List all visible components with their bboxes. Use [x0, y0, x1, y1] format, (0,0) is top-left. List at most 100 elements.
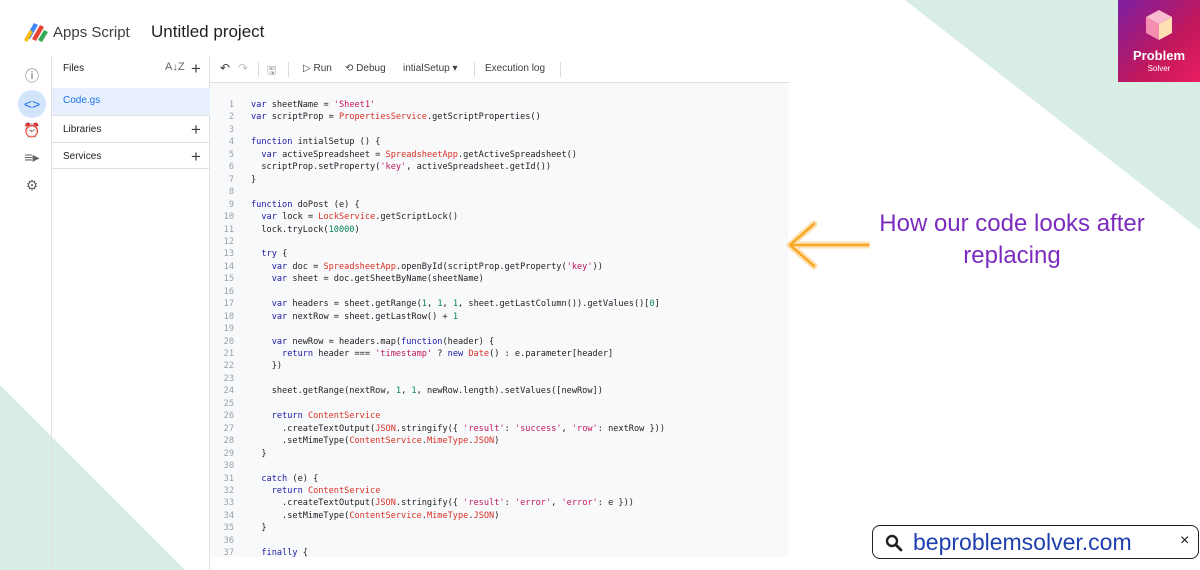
- code-text[interactable]: scriptProp.setProperty('key', activeSpre…: [251, 161, 551, 174]
- code-line[interactable]: 21 return header === 'timestamp' ? new D…: [210, 348, 788, 361]
- code-line[interactable]: 9 function doPost (e) {: [210, 199, 788, 212]
- code-text[interactable]: var activeSpreadsheet = SpreadsheetApp.g…: [251, 149, 577, 162]
- code-line[interactable]: 35 }: [210, 522, 788, 535]
- line-number: 11: [223, 224, 234, 235]
- code-line[interactable]: 19: [210, 323, 788, 336]
- code-text[interactable]: var sheetName = 'Sheet1': [251, 99, 375, 112]
- code-line[interactable]: 25: [210, 398, 788, 411]
- code-line[interactable]: 8: [210, 186, 788, 199]
- code-text[interactable]: return ContentService: [251, 410, 381, 423]
- code-line[interactable]: 32 return ContentService: [210, 485, 788, 498]
- code-icon[interactable]: <>: [18, 90, 46, 118]
- code-line[interactable]: 11 lock.tryLock(10000): [210, 224, 788, 237]
- code-line[interactable]: 27 .createTextOutput(JSON.stringify({ 'r…: [210, 423, 788, 436]
- close-icon[interactable]: ×: [1180, 532, 1189, 550]
- code-line[interactable]: 6 scriptProp.setProperty('key', activeSp…: [210, 161, 788, 174]
- sort-az-icon[interactable]: A↓Z: [165, 61, 185, 73]
- line-number: 29: [223, 448, 234, 459]
- alarm-clock-icon[interactable]: ⏰: [18, 116, 46, 144]
- toolbar-divider: [560, 62, 561, 77]
- code-line[interactable]: 16: [210, 286, 788, 299]
- services-section[interactable]: Services +: [52, 142, 210, 169]
- executions-icon[interactable]: ≡▸: [18, 143, 46, 171]
- code-text[interactable]: var newRow = headers.map(function(header…: [251, 336, 495, 349]
- app-header: Apps Script Untitled project: [0, 0, 790, 56]
- debug-button[interactable]: ⟲ Debug: [345, 63, 386, 74]
- code-text[interactable]: .setMimeType(ContentService.MimeType.JSO…: [251, 510, 499, 523]
- code-text[interactable]: function doPost (e) {: [251, 199, 360, 212]
- code-text[interactable]: }: [251, 448, 266, 461]
- code-text[interactable]: lock.tryLock(10000): [251, 224, 359, 237]
- code-line[interactable]: 36: [210, 535, 788, 548]
- code-editor[interactable]: 1 var sheetName = 'Sheet1' 2 var scriptProp…: [210, 83, 788, 557]
- redo-icon[interactable]: ↷: [238, 61, 248, 75]
- code-text[interactable]: .setMimeType(ContentService.MimeType.JSO…: [251, 435, 499, 448]
- url-text: beproblemsolver.com: [913, 529, 1132, 555]
- code-text[interactable]: var sheet = doc.getSheetByName(sheetName…: [251, 273, 484, 286]
- run-button[interactable]: ▷ Run: [303, 63, 332, 74]
- code-line[interactable]: 14 var doc = SpreadsheetApp.openById(scr…: [210, 261, 788, 274]
- code-line[interactable]: 2 var scriptProp = PropertiesService.getS…: [210, 111, 788, 124]
- code-line[interactable]: 24 sheet.getRange(nextRow, 1, 1, newRow.…: [210, 385, 788, 398]
- code-line[interactable]: 12: [210, 236, 788, 249]
- code-line[interactable]: 20 var newRow = headers.map(function(hea…: [210, 336, 788, 349]
- code-line[interactable]: 7}: [210, 174, 788, 187]
- undo-icon[interactable]: ↶: [220, 61, 230, 75]
- code-line[interactable]: 10 var lock = LockService.getScriptLock(…: [210, 211, 788, 224]
- code-text[interactable]: sheet.getRange(nextRow, 1, 1, newRow.len…: [251, 385, 603, 398]
- code-text[interactable]: }: [251, 522, 266, 535]
- save-icon[interactable]: 🖫: [267, 62, 276, 81]
- code-line[interactable]: 28 .setMimeType(ContentService.MimeType.…: [210, 435, 788, 448]
- code-text[interactable]: try {: [251, 248, 287, 261]
- badge-name: Problem: [1132, 48, 1185, 63]
- file-item-code-gs[interactable]: Code.gs: [52, 88, 210, 115]
- code-text[interactable]: }: [251, 174, 256, 187]
- code-line[interactable]: 15 var sheet = doc.getSheetByName(sheetN…: [210, 273, 788, 286]
- code-line[interactable]: 4 function intialSetup () {: [210, 136, 788, 149]
- code-line[interactable]: 34 .setMimeType(ContentService.MimeType.…: [210, 510, 788, 523]
- code-line[interactable]: 31 catch (e) {: [210, 473, 788, 486]
- execution-log-button[interactable]: Execution log: [485, 63, 545, 74]
- line-number: 7: [228, 174, 234, 185]
- code-line[interactable]: 18 var nextRow = sheet.getLastRow() + 1: [210, 311, 788, 324]
- code-line[interactable]: 33 .createTextOutput(JSON.stringify({ 'r…: [210, 497, 788, 510]
- url-search-bar[interactable]: beproblemsolver.com ×: [872, 525, 1199, 559]
- code-line[interactable]: 26 return ContentService: [210, 410, 788, 423]
- code-text[interactable]: var nextRow = sheet.getLastRow() + 1: [251, 311, 458, 324]
- code-text[interactable]: function intialSetup () {: [251, 136, 380, 149]
- project-title[interactable]: Untitled project: [151, 22, 264, 42]
- gear-icon[interactable]: ⚙: [18, 171, 46, 199]
- code-line[interactable]: 23: [210, 373, 788, 386]
- add-service-button[interactable]: +: [189, 148, 203, 165]
- code-text[interactable]: var doc = SpreadsheetApp.openById(script…: [251, 261, 603, 274]
- code-line[interactable]: 22 }): [210, 360, 788, 373]
- code-text[interactable]: var lock = LockService.getScriptLock(): [251, 211, 458, 224]
- add-file-button[interactable]: +: [189, 60, 203, 77]
- code-line[interactable]: 13 try {: [210, 248, 788, 261]
- libraries-section[interactable]: Libraries +: [52, 115, 210, 142]
- code-text[interactable]: .createTextOutput(JSON.stringify({ 'resu…: [251, 423, 665, 436]
- line-number: 32: [223, 485, 234, 496]
- code-line[interactable]: 3: [210, 124, 788, 137]
- function-select[interactable]: intialSetup ▾: [403, 63, 458, 74]
- code-text[interactable]: .createTextOutput(JSON.stringify({ 'resu…: [251, 497, 634, 510]
- code-line[interactable]: 1 var sheetName = 'Sheet1': [210, 99, 788, 112]
- info-icon[interactable]: ⓘ: [18, 62, 46, 90]
- code-text[interactable]: return ContentService: [251, 485, 381, 498]
- code-text[interactable]: return header === 'timestamp' ? new Date…: [251, 348, 613, 361]
- code-line[interactable]: 37 finally {: [210, 547, 788, 557]
- file-name: Code.gs: [63, 95, 101, 106]
- files-panel-header: Files A↓Z +: [52, 56, 210, 84]
- code-text[interactable]: catch (e) {: [251, 473, 318, 486]
- add-library-button[interactable]: +: [189, 121, 203, 138]
- code-text[interactable]: var scriptProp = PropertiesService.getSc…: [251, 111, 541, 124]
- code-line[interactable]: 29 }: [210, 448, 788, 461]
- code-text[interactable]: finally {: [251, 547, 308, 557]
- line-number: 25: [223, 398, 234, 409]
- app-brand-name[interactable]: Apps Script: [53, 24, 130, 41]
- code-line[interactable]: 30: [210, 460, 788, 473]
- code-text[interactable]: var headers = sheet.getRange(1, 1, 1, sh…: [251, 298, 660, 311]
- code-line[interactable]: 17 var headers = sheet.getRange(1, 1, 1,…: [210, 298, 788, 311]
- code-line[interactable]: 5 var activeSpreadsheet = SpreadsheetApp…: [210, 149, 788, 162]
- code-text[interactable]: }): [251, 360, 282, 373]
